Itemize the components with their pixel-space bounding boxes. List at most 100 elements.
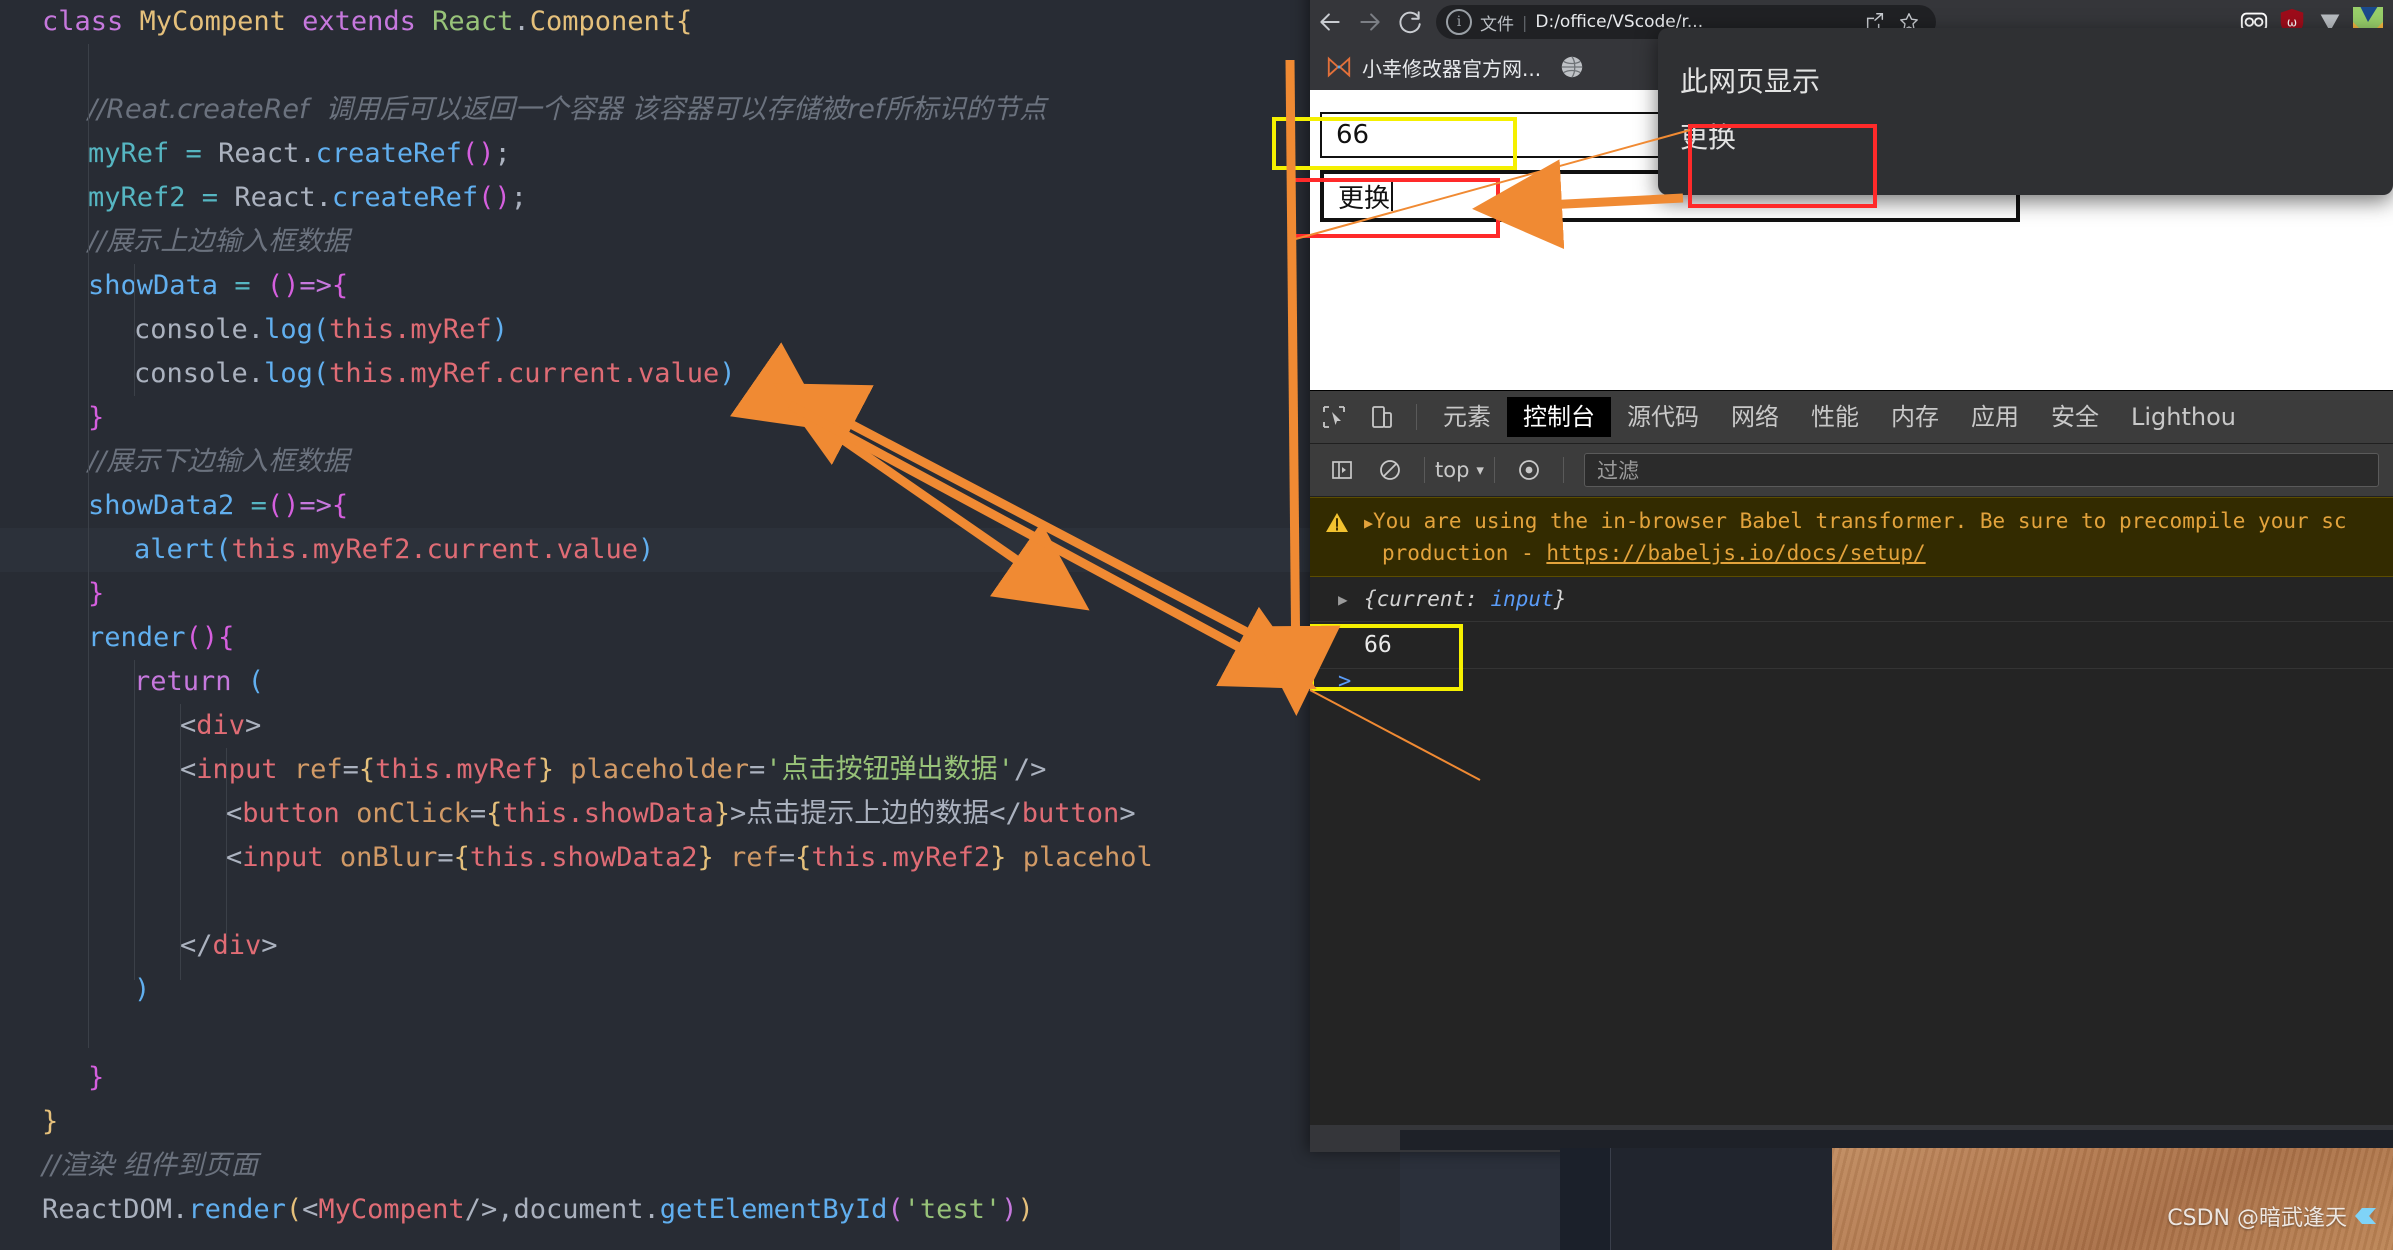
clear-console-icon[interactable]	[1366, 450, 1414, 490]
code-token: =	[234, 270, 267, 301]
code-token: //Reat.createRef 调用后可以返回一个容器 该容器可以存储被ref…	[88, 94, 1047, 125]
url-scheme-label: 文件	[1480, 14, 1514, 35]
live-expression-icon[interactable]	[1505, 450, 1553, 490]
code-token: {	[218, 622, 235, 653]
console-filter-input[interactable]: 过滤	[1583, 453, 2379, 487]
code-token: this	[329, 314, 395, 345]
code-token: (	[285, 1194, 303, 1225]
code-token: //渲染 组件到页面	[42, 1150, 258, 1181]
code-token: >	[1119, 798, 1136, 829]
console-warning-row[interactable]: ▶You are using the in-browser Babel tran…	[1310, 497, 2393, 577]
code-line: )	[0, 968, 1400, 1012]
tab-network[interactable]: 网络	[1715, 397, 1795, 437]
console-output[interactable]: ▶You are using the in-browser Babel tran…	[1310, 497, 2393, 709]
code-line: //渲染 组件到页面	[0, 1144, 1400, 1188]
devtools-panel[interactable]: 元素 控制台 源代码 网络 性能 内存 应用 安全 Lighthou top ▾	[1310, 390, 2393, 1125]
code-line: <div>	[0, 704, 1400, 748]
console-log-object-row[interactable]: ▶ {current: input}	[1310, 577, 2393, 622]
code-token: log	[264, 314, 313, 345]
back-icon[interactable]	[1310, 2, 1350, 42]
indent-guide	[134, 352, 135, 396]
tab-memory[interactable]: 内存	[1875, 397, 1955, 437]
execution-context-label[interactable]: top	[1435, 458, 1469, 482]
inspect-cursor-icon[interactable]	[1310, 397, 1358, 437]
code-token: .	[643, 1194, 660, 1225]
forward-icon[interactable]	[1350, 2, 1390, 42]
reload-icon[interactable]	[1390, 2, 1430, 42]
tab-performance[interactable]: 性能	[1795, 397, 1875, 437]
code-line: }	[0, 572, 1400, 616]
expand-triangle-icon[interactable]: ▶	[1364, 514, 1373, 532]
tab-sources[interactable]: 源代码	[1611, 397, 1715, 437]
code-token: onClick	[356, 798, 470, 829]
code-token: {	[331, 490, 349, 521]
code-token: this	[811, 842, 877, 873]
console-alert-output-row[interactable]: 66	[1310, 622, 2393, 669]
code-line: return (	[0, 660, 1400, 704]
code-token: this	[469, 842, 535, 873]
code-token: div	[212, 930, 262, 961]
babel-docs-link[interactable]: https://babeljs.io/docs/setup/	[1546, 541, 1925, 565]
code-token: current	[507, 358, 622, 389]
code-token: )	[283, 490, 300, 521]
expand-triangle-icon[interactable]: ▶	[1338, 590, 1348, 609]
devtools-tabbar[interactable]: 元素 控制台 源代码 网络 性能 内存 应用 安全 Lighthou	[1310, 391, 2393, 444]
dialog-title: 此网页显示	[1680, 65, 1821, 98]
tab-elements[interactable]: 元素	[1427, 397, 1507, 437]
code-token: }	[88, 402, 105, 433]
code-editor[interactable]: class MyCompent extends React.Component{…	[0, 0, 1400, 1250]
code-token: 'test'	[903, 1194, 1002, 1225]
console-prompt-row[interactable]: >	[1310, 669, 2393, 709]
code-token: placehol	[1006, 842, 1153, 873]
code-line: //展示上边输入框数据	[0, 220, 1400, 264]
code-line: }	[0, 1056, 1400, 1100]
code-token: >	[261, 930, 278, 961]
code-line: alert(this.myRef2.current.value)	[0, 528, 1400, 572]
code-token: =	[778, 842, 796, 873]
code-token: }	[697, 842, 714, 873]
code-token: this	[502, 798, 568, 829]
code-token: )	[494, 182, 511, 213]
code-token: =	[201, 182, 235, 213]
code-token: =	[185, 138, 219, 169]
chevron-down-icon[interactable]: ▾	[1476, 461, 1484, 479]
code-token: button	[1021, 798, 1120, 829]
code-line: class MyCompent extends React.Component{	[0, 0, 1400, 44]
bookmark-label: 小幸修改器官方网...	[1362, 56, 1542, 81]
tab-security[interactable]: 安全	[2035, 397, 2115, 437]
console-sidebar-icon[interactable]	[1318, 450, 1366, 490]
code-token: div	[196, 710, 246, 741]
bookmark-item[interactable]	[1559, 54, 1595, 80]
warning-text-line2: production -	[1382, 541, 1547, 565]
code-token: myRef2	[892, 842, 991, 873]
code-token: (	[887, 1194, 904, 1225]
code-token: .	[172, 1194, 189, 1225]
code-token: ref	[713, 842, 779, 873]
code-token: input	[242, 842, 340, 873]
code-line: showData = ()=>{	[0, 264, 1400, 308]
code-line: //展示下边输入框数据	[0, 440, 1400, 484]
code-token: )	[491, 314, 508, 345]
code-token: .	[534, 842, 552, 873]
tab-console[interactable]: 控制台	[1507, 397, 1611, 437]
code-token: '	[997, 754, 1014, 785]
desktop-wallpaper	[1832, 1148, 2393, 1250]
code-token: =	[469, 798, 487, 829]
code-token: '	[765, 754, 782, 785]
code-token: .	[410, 534, 427, 565]
toolbar-divider	[1562, 457, 1564, 483]
device-toolbar-icon[interactable]	[1358, 397, 1406, 437]
bookmark-item[interactable]: 小幸修改器官方网...	[1326, 53, 1541, 82]
code-token: {	[331, 270, 349, 301]
object-key: current	[1376, 587, 1466, 611]
tab-application[interactable]: 应用	[1955, 397, 2035, 437]
code-token: <	[180, 754, 197, 785]
tab-lighthouse[interactable]: Lighthou	[2115, 397, 2252, 437]
code-line: //Reat.createRef 调用后可以返回一个容器 该容器可以存储被ref…	[0, 88, 1400, 132]
code-token: (	[312, 358, 330, 389]
info-circle-icon[interactable]: i	[1446, 9, 1472, 35]
code-token: alert	[134, 534, 216, 565]
code-token: myRef	[88, 138, 186, 169]
console-toolbar[interactable]: top ▾ 过滤	[1310, 444, 2393, 497]
code-token: .	[567, 798, 584, 829]
